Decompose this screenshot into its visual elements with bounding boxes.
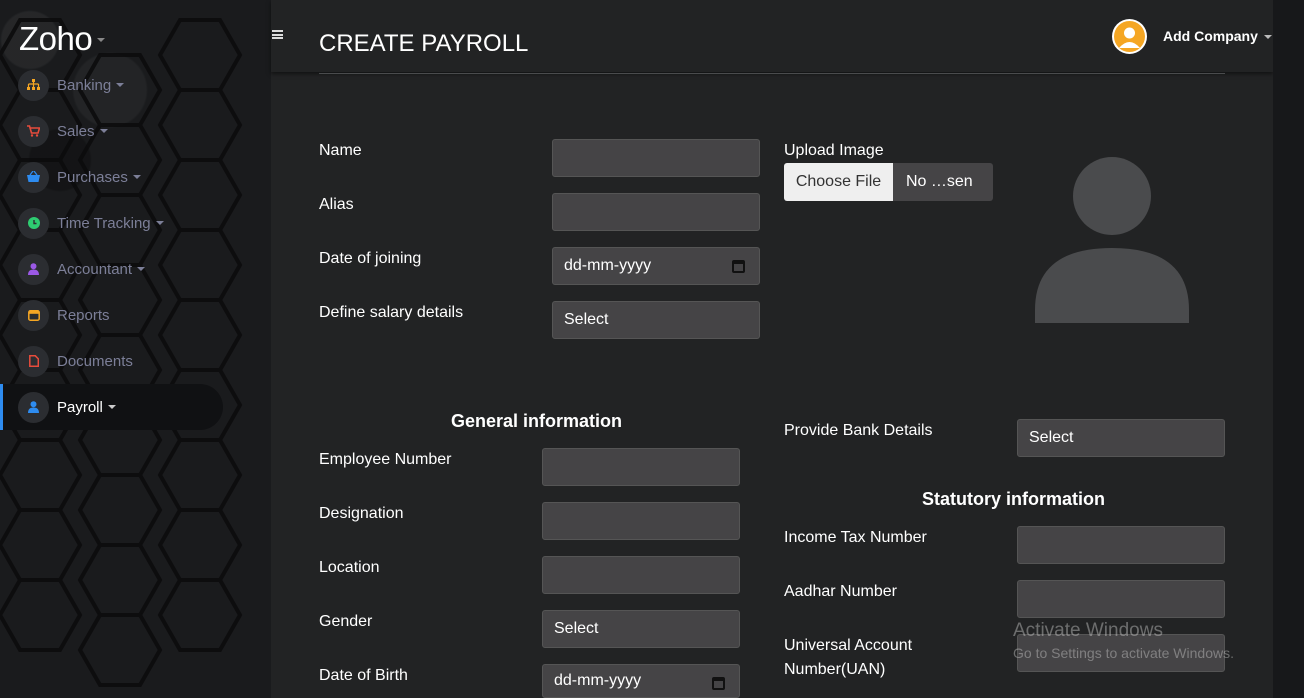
location-input[interactable] [542, 556, 740, 594]
date-of-joining-label: Date of joining [319, 250, 422, 267]
calendar-icon[interactable] [712, 677, 725, 690]
salary-details-label: Define salary details [319, 304, 464, 321]
date-of-birth-input[interactable]: dd-mm-yyyy [542, 664, 740, 698]
sitemap-icon [18, 69, 49, 101]
sidebar-item-payroll[interactable]: Payroll [0, 384, 223, 430]
sidebar-item-accountant[interactable]: Accountant [0, 246, 223, 292]
clock-icon [18, 207, 49, 239]
employee-number-label: Employee Number [319, 451, 452, 468]
uan-label-line1: Universal Account [784, 637, 913, 654]
brand-caret-icon [97, 38, 105, 42]
bank-details-label: Provide Bank Details [784, 422, 933, 439]
brand-logo[interactable]: Zoho [19, 20, 93, 58]
chevron-down-icon [99, 129, 108, 133]
sidebar-item-time-tracking[interactable]: Time Tracking [0, 200, 223, 246]
basket-icon [18, 161, 49, 193]
chevron-down-icon [116, 83, 125, 87]
sidebar-item-label: Time Tracking [57, 214, 151, 232]
income-tax-number-input[interactable] [1017, 526, 1225, 564]
title-divider [319, 73, 1225, 74]
alias-input[interactable] [552, 193, 760, 231]
sidebar-item-sales[interactable]: Sales [0, 108, 223, 154]
choose-file-button[interactable]: Choose File [784, 163, 893, 201]
sidebar-item-label: Payroll [57, 398, 103, 416]
date-of-joining-value: dd-mm-yyyy [564, 257, 652, 274]
sidebar-item-banking[interactable]: Banking [0, 62, 223, 108]
right-background-strip [1273, 0, 1304, 698]
sidebar-item-label: Purchases [57, 168, 128, 186]
user-avatar-icon [1114, 21, 1145, 52]
hamburger-menu-icon[interactable] [272, 30, 283, 39]
chevron-down-icon [1263, 35, 1272, 40]
date-of-joining-input[interactable]: dd-mm-yyyy [552, 247, 760, 285]
location-label: Location [319, 559, 380, 576]
file-icon [18, 345, 49, 377]
salary-details-select[interactable]: Select [552, 301, 760, 339]
upload-image-label: Upload Image [784, 142, 884, 159]
sidebar-item-label: Sales [57, 122, 95, 140]
alias-label: Alias [319, 196, 354, 213]
calendar-icon [18, 299, 49, 331]
sidebar-item-label: Reports [57, 306, 110, 324]
add-company-label: Add Company [1163, 28, 1258, 44]
gender-select[interactable]: Select [542, 610, 740, 648]
chevron-down-icon [107, 405, 116, 409]
cart-icon [18, 115, 49, 147]
uan-label: Universal Account Number(UAN) [784, 634, 912, 682]
statutory-information-heading: Statutory information [922, 489, 1105, 509]
sidebar-item-label: Accountant [57, 260, 133, 278]
aadhar-number-label: Aadhar Number [784, 583, 897, 600]
sidebar-item-label: Documents [57, 352, 133, 370]
bank-details-select[interactable]: Select [1017, 419, 1225, 457]
designation-input[interactable] [542, 502, 740, 540]
income-tax-number-label: Income Tax Number [784, 529, 927, 546]
sidebar-item-purchases[interactable]: Purchases [0, 154, 223, 200]
gender-label: Gender [319, 613, 373, 630]
user-icon [18, 391, 49, 423]
general-information-heading: General information [451, 411, 623, 431]
profile-placeholder-icon [1035, 157, 1189, 323]
activate-windows-watermark: Activate Windows [1013, 620, 1163, 641]
date-of-birth-value: dd-mm-yyyy [554, 672, 642, 689]
avatar[interactable] [1112, 19, 1147, 54]
sidebar-nav: Banking Sales Purchases Time Tracking Accoun… [0, 62, 271, 430]
chevron-down-icon [155, 221, 164, 225]
file-status-text: No …sen [893, 163, 993, 201]
employee-number-input[interactable] [542, 448, 740, 486]
sidebar-item-reports[interactable]: Reports [0, 292, 223, 338]
calendar-icon[interactable] [732, 260, 745, 273]
name-input[interactable] [552, 139, 760, 177]
page-title: CREATE PAYROLL [319, 30, 529, 57]
user-icon [18, 253, 49, 285]
sidebar-item-label: Banking [57, 76, 112, 94]
activate-windows-subtext: Go to Settings to activate Windows. [1013, 645, 1234, 661]
name-label: Name [319, 142, 362, 159]
sidebar-item-documents[interactable]: Documents [0, 338, 223, 384]
designation-label: Designation [319, 505, 404, 522]
chevron-down-icon [132, 175, 141, 179]
chevron-down-icon [137, 267, 146, 271]
aadhar-number-input[interactable] [1017, 580, 1225, 618]
date-of-birth-label: Date of Birth [319, 667, 408, 684]
uan-label-line2: Number(UAN) [784, 661, 886, 678]
add-company-dropdown[interactable]: Add Company [1163, 28, 1272, 44]
